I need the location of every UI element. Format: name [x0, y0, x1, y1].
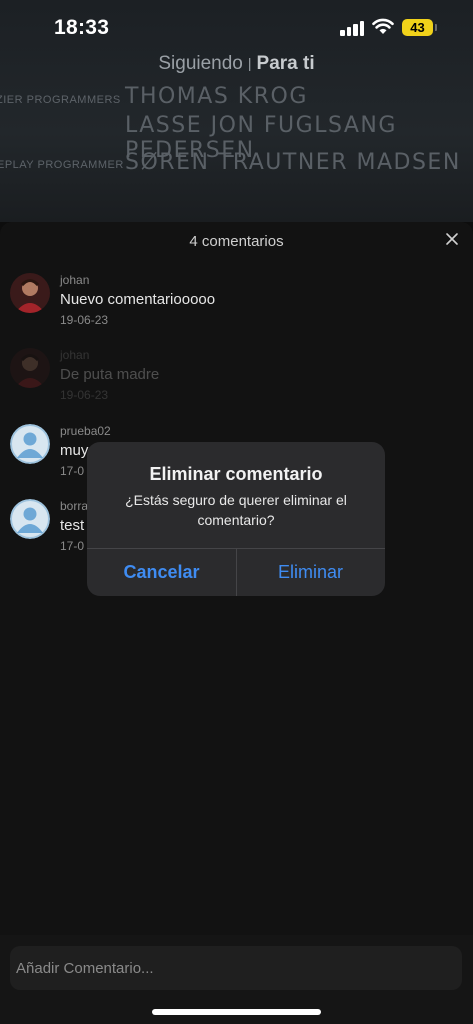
comments-count-title: 4 comentarios: [189, 233, 284, 250]
user-avatar[interactable]: [10, 273, 50, 313]
delete-comment-dialog: Eliminar comentario ¿Estás seguro de que…: [87, 442, 385, 596]
status-bar: 18:33 43: [0, 0, 473, 56]
comment-text: De puta madre: [60, 366, 160, 383]
battery-cap: [435, 24, 437, 31]
comment-username: borra: [60, 499, 89, 513]
wifi-icon: [372, 18, 394, 34]
comment-item[interactable]: johan Nuevo comentariooooo 19-06-23: [10, 273, 450, 335]
user-avatar[interactable]: [10, 348, 50, 388]
dialog-title: Eliminar comentario: [149, 464, 323, 484]
dialog-message: ¿Estás seguro de querer eliminar el come…: [125, 492, 347, 528]
comment-username: johan: [60, 273, 90, 287]
credit-label: ZIER PROGRAMMERS: [0, 94, 121, 106]
cellular-signal-icon: [340, 20, 366, 36]
comment-date: 17-0: [60, 539, 85, 553]
tab-for-you[interactable]: Para ti: [257, 53, 315, 74]
tab-separator: |: [247, 55, 252, 71]
credit-name: THOMAS KROG: [125, 84, 308, 109]
cancel-button[interactable]: Cancelar: [87, 549, 236, 596]
home-indicator[interactable]: [152, 1009, 321, 1015]
status-time: 18:33: [54, 16, 110, 39]
battery-icon: 43: [402, 19, 433, 36]
close-icon[interactable]: [445, 232, 459, 246]
delete-button[interactable]: Eliminar: [236, 549, 385, 596]
comment-date: 19-06-23: [60, 388, 109, 402]
comment-username: johan: [60, 348, 90, 362]
comment-item[interactable]: johan De puta madre 19-06-23: [10, 348, 450, 410]
add-comment-input[interactable]: [10, 946, 462, 990]
credit-name: SØREN TRAUTNER MADSEN: [125, 150, 461, 175]
comment-username: prueba02: [60, 424, 111, 438]
comment-date: 19-06-23: [60, 313, 109, 327]
tab-following[interactable]: Siguiendo: [158, 53, 243, 74]
default-avatar-icon[interactable]: [10, 424, 50, 464]
comment-date: 17-0: [60, 464, 85, 478]
comment-text: test: [60, 517, 85, 534]
default-avatar-icon[interactable]: [10, 499, 50, 539]
comments-sheet: 4 comentarios johan Nuevo comentariooooo…: [0, 222, 473, 1024]
feed-tabs: Siguiendo | Para ti: [0, 53, 473, 75]
comment-text: muy: [60, 442, 89, 459]
credit-label: EPLAY PROGRAMMER: [0, 159, 124, 171]
comment-text: Nuevo comentariooooo: [60, 291, 216, 308]
